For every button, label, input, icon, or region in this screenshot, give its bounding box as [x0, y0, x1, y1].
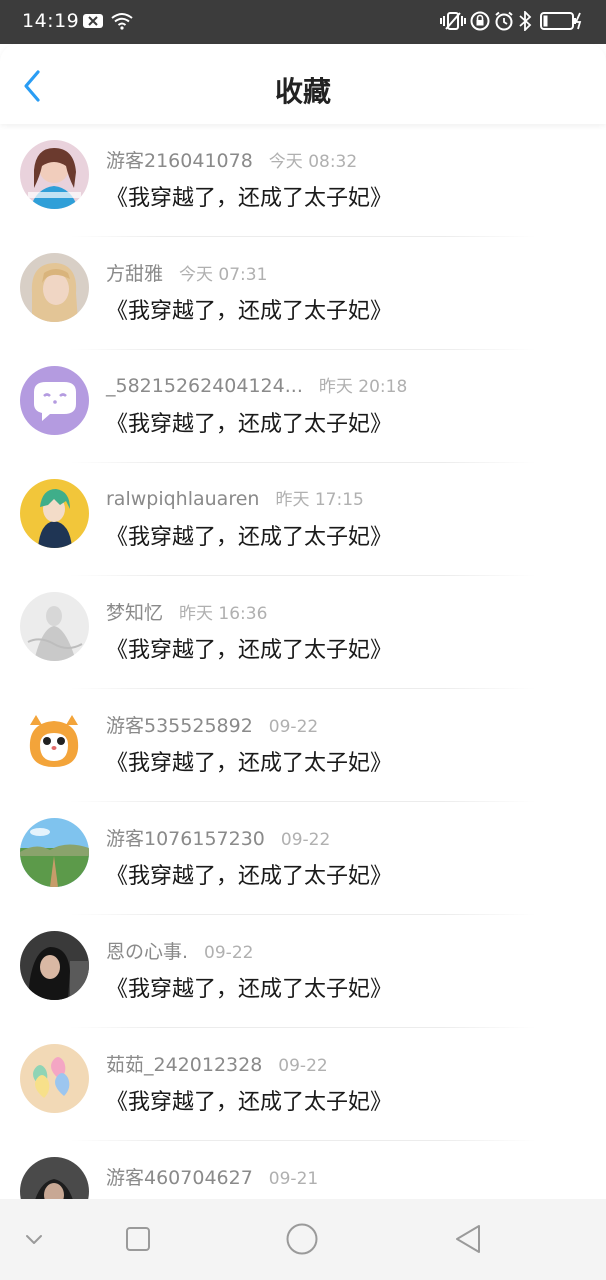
timestamp: 09-22: [278, 1056, 328, 1076]
favorite-content: 《我穿越了，还成了太子妃》: [106, 1090, 393, 1115]
avatar[interactable]: [20, 818, 89, 887]
favorite-content: 《我穿越了，还成了太子妃》: [106, 864, 393, 889]
square-icon: [126, 1227, 150, 1251]
recent-apps-button[interactable]: [120, 1221, 156, 1257]
back-nav-button[interactable]: [450, 1221, 486, 1257]
avatar[interactable]: [20, 140, 89, 209]
user-name: 游客535525892 09-22: [106, 715, 319, 737]
home-button[interactable]: [284, 1221, 320, 1257]
avatar[interactable]: [20, 705, 89, 774]
bluetooth-icon: [518, 10, 532, 32]
timestamp: 09-22: [204, 943, 254, 963]
favorite-content: 《我穿越了，还成了太子妃》: [106, 525, 393, 550]
favorite-content: 《我穿越了，还成了太子妃》: [106, 751, 393, 776]
list-item[interactable]: 游客1076157230 09-22 《我穿越了，还成了太子妃》: [0, 802, 606, 915]
avatar[interactable]: [20, 479, 89, 548]
list-item[interactable]: 茹茹_242012328 09-22 《我穿越了，还成了太子妃》: [0, 1028, 606, 1141]
user-name: 梦知忆 昨天 16:36: [106, 602, 268, 624]
avatar[interactable]: [20, 1157, 89, 1199]
avatar[interactable]: [20, 366, 89, 435]
favorite-content: 《我穿越了，还成了太子妃》: [106, 299, 393, 324]
status-bar: 14:19: [0, 0, 606, 44]
avatar[interactable]: [20, 253, 89, 322]
timestamp: 昨天 16:36: [179, 604, 268, 624]
lock-rotation-icon: [470, 10, 490, 32]
timestamp: 今天 07:31: [179, 265, 268, 285]
timestamp: 昨天 20:18: [318, 377, 408, 397]
system-nav-bar: [0, 1199, 606, 1280]
avatar[interactable]: [20, 1044, 89, 1113]
user-name: 游客1076157230 09-22: [106, 828, 331, 850]
chevron-down-icon: [26, 1235, 42, 1244]
list-item[interactable]: 游客216041078 今天 08:32 《我穿越了，还成了太子妃》: [0, 124, 606, 237]
user-name: 方甜雅 今天 07:31: [106, 263, 268, 285]
battery-icon: [540, 10, 584, 32]
list-item[interactable]: 游客535525892 09-22 《我穿越了，还成了太子妃》: [0, 689, 606, 802]
timestamp: 昨天 17:15: [275, 490, 364, 510]
user-name: ralwpiqhlauaren 昨天 17:15: [106, 488, 364, 510]
wifi-icon: [110, 10, 134, 32]
notification-icon: [82, 10, 104, 32]
list-item[interactable]: 梦知忆 昨天 16:36 《我穿越了，还成了太子妃》: [0, 576, 606, 689]
avatar[interactable]: [20, 592, 89, 661]
list-item[interactable]: 恩の心事. 09-22 《我穿越了，还成了太子妃》: [0, 915, 606, 1028]
status-time: 14:19: [22, 10, 80, 32]
favorite-content: 《我穿越了，还成了太子妃》: [106, 412, 393, 437]
user-name: _58215262404124... 昨天 20:18: [106, 375, 408, 397]
timestamp: 09-22: [280, 830, 331, 850]
vibrate-icon: [440, 10, 466, 32]
user-name: 茹茹_242012328 09-22: [106, 1054, 328, 1076]
user-name: 游客216041078 今天 08:32: [106, 150, 358, 172]
circle-icon: [286, 1223, 318, 1255]
favorite-content: 《我穿越了，还成了太子妃》: [106, 977, 393, 1002]
list-item[interactable]: 游客460704627 09-21: [0, 1141, 606, 1199]
header: 收藏: [0, 44, 606, 124]
list-item[interactable]: ralwpiqhlauaren 昨天 17:15 《我穿越了，还成了太子妃》: [0, 463, 606, 576]
triangle-back-icon: [456, 1225, 480, 1253]
user-name: 游客460704627 09-21: [106, 1167, 319, 1189]
list-item[interactable]: _58215262404124... 昨天 20:18 《我穿越了，还成了太子妃》: [0, 350, 606, 463]
page-title: 收藏: [274, 75, 331, 108]
timestamp: 09-21: [268, 1169, 319, 1189]
favorite-content: 《我穿越了，还成了太子妃》: [106, 638, 393, 663]
timestamp: 09-22: [268, 717, 319, 737]
favorites-list: 游客216041078 今天 08:32 《我穿越了，还成了太子妃》 方甜雅 今天 …: [0, 124, 606, 1199]
timestamp: 今天 08:32: [268, 152, 358, 172]
list-item[interactable]: 方甜雅 今天 07:31 《我穿越了，还成了太子妃》: [0, 237, 606, 350]
user-name: 恩の心事. 09-22: [106, 941, 254, 963]
avatar[interactable]: [20, 931, 89, 1000]
collapse-button[interactable]: [16, 1221, 52, 1257]
alarm-icon: [494, 10, 514, 32]
favorite-content: 《我穿越了，还成了太子妃》: [106, 186, 393, 211]
